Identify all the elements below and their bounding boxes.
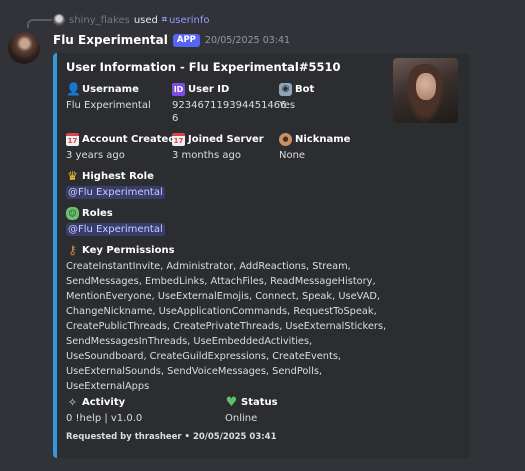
field-joined-server: 17 Joined Server 3 months ago xyxy=(172,133,264,162)
field-bot: ◉ Bot Yes xyxy=(279,83,314,112)
field-nickname-label: Nickname xyxy=(295,134,351,145)
thumbnail-face xyxy=(416,73,436,100)
field-highest-role-label: Highest Role xyxy=(82,171,154,182)
crown-icon: ♛ xyxy=(67,169,78,183)
message-timestamp[interactable]: 20/05/2025 03:41 xyxy=(205,35,290,46)
permission-line: SendMessages, EmbedLinks, AttachFiles, R… xyxy=(66,276,376,287)
field-bot-value: Yes xyxy=(279,100,296,111)
field-key-permissions-value: CreateInstantInvite, Administrator, AddR… xyxy=(66,259,396,394)
field-roles-label: Roles xyxy=(82,208,113,219)
reply-context[interactable]: shiny_flakes used ⌗ userinfo xyxy=(53,12,210,28)
field-user-id-value-line1: 923467119394451466 xyxy=(172,100,287,111)
field-bot-label: Bot xyxy=(295,84,315,95)
permission-line: CreatePublicThreads, CreatePrivateThread… xyxy=(66,321,387,332)
field-key-permissions-label: Key Permissions xyxy=(82,245,175,256)
field-nickname: ● Nickname None xyxy=(279,133,350,162)
author-avatar[interactable] xyxy=(8,32,40,64)
calendar-icon: 17 xyxy=(66,133,79,146)
field-username-label: Username xyxy=(82,84,139,95)
permission-line: ChangeNickname, UseApplicationCommands, … xyxy=(66,306,377,317)
field-username: 👤 Username Flu Experimental xyxy=(66,83,151,112)
field-highest-role: ♛ Highest Role @Flu Experimental xyxy=(66,170,165,199)
performing-arts-icon: ☺ xyxy=(66,207,79,220)
user-info-embed: User Information - Flu Experimental#5510… xyxy=(53,53,470,458)
role-mention[interactable]: @Flu Experimental xyxy=(66,223,165,236)
field-roles: ☺ Roles @Flu Experimental xyxy=(66,207,165,236)
field-key-permissions: ⚷ Key Permissions CreateInstantInvite, A… xyxy=(66,244,396,394)
field-account-created-value: 3 years ago xyxy=(66,150,125,161)
robot-icon: ◉ xyxy=(279,83,292,96)
field-account-created: 17 Account Created 3 years ago xyxy=(66,133,176,162)
app-badge: APP xyxy=(172,33,200,47)
field-user-id-value: 923467119394451466 6 xyxy=(172,99,287,125)
embed-footer: Requested by thrasheer • 20/05/2025 03:4… xyxy=(66,432,277,442)
slash-command-link[interactable]: ⌗ userinfo xyxy=(162,15,210,26)
embed-title: User Information - Flu Experimental#5510 xyxy=(66,60,341,74)
embed-thumbnail[interactable] xyxy=(393,58,458,123)
field-joined-server-value: 3 months ago xyxy=(172,150,241,161)
reply-user-avatar[interactable] xyxy=(53,14,65,26)
permission-line: UseExternalSounds, SendVoiceMessages, Se… xyxy=(66,366,323,377)
palette-icon: ● xyxy=(279,133,292,146)
message-header: Flu Experimental APP 20/05/2025 03:41 xyxy=(53,32,290,48)
field-activity-label: Activity xyxy=(82,397,126,408)
permission-line: CreateInstantInvite, Administrator, AddR… xyxy=(66,261,351,272)
permission-line: UseExternalApps xyxy=(66,381,150,392)
field-account-created-label: Account Created xyxy=(82,134,176,145)
sparkles-icon: ✧ xyxy=(67,396,78,409)
field-nickname-value: None xyxy=(279,150,306,161)
slash-command-name: userinfo xyxy=(168,14,210,26)
field-user-id-value-line2: 6 xyxy=(172,113,179,124)
field-user-id: ID User ID 923467119394451466 6 xyxy=(172,83,287,125)
field-status-label: Status xyxy=(241,397,278,408)
field-status: ♥ Status Online xyxy=(225,396,278,425)
reply-username[interactable]: shiny_flakes xyxy=(69,15,130,26)
permission-line: MentionEveryone, UseExternalEmojis, Conn… xyxy=(66,291,381,302)
author-name[interactable]: Flu Experimental xyxy=(53,33,168,47)
slash-command-icon: ⌗ xyxy=(161,15,167,25)
reply-used-text: used xyxy=(133,14,158,26)
bust-in-silhouette-icon: 👤 xyxy=(66,82,81,96)
key-icon: ⚷ xyxy=(68,243,77,257)
field-username-value: Flu Experimental xyxy=(66,100,151,111)
field-activity: ✧ Activity 0 !help | v1.0.0 xyxy=(66,396,142,425)
permission-line: UseSoundboard, CreateGuildExpressions, C… xyxy=(66,351,342,362)
permission-line: SendMessagesInThreads, UseEmbeddedActivi… xyxy=(66,336,313,347)
field-joined-server-label: Joined Server xyxy=(188,134,264,145)
field-status-value: Online xyxy=(225,413,258,424)
id-icon: ID xyxy=(172,83,185,96)
green-heart-icon: ♥ xyxy=(225,395,238,410)
reply-spine xyxy=(27,19,52,28)
role-mention[interactable]: @Flu Experimental xyxy=(66,186,165,199)
calendar-icon: 17 xyxy=(172,133,185,146)
field-user-id-label: User ID xyxy=(188,84,230,95)
field-activity-value: 0 !help | v1.0.0 xyxy=(66,413,143,424)
